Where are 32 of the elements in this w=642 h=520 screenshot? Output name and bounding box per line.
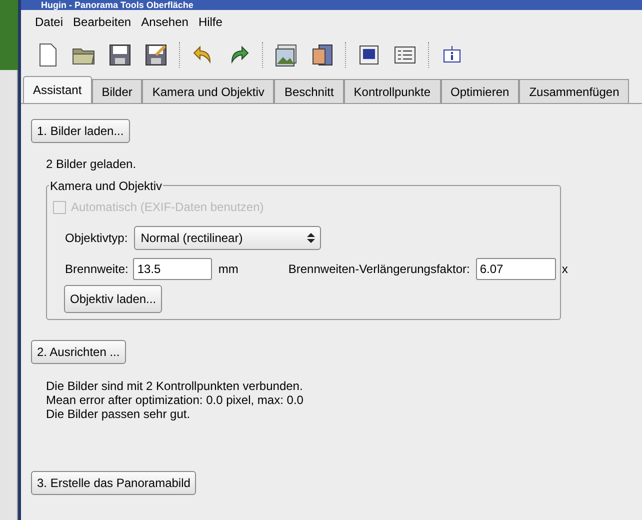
menu-item[interactable]: Ansehen (141, 13, 188, 31)
status-line: Mean error after optimization: 0.0 pixel, max: 0.0 (46, 393, 304, 407)
tab[interactable]: Kontrollpunkte (344, 79, 441, 103)
tab[interactable]: Optimieren (440, 79, 520, 103)
align-button[interactable]: 2. Ausrichten ... (31, 340, 126, 364)
load-images-button[interactable]: 1. Bilder laden... (31, 119, 130, 143)
tab[interactable]: Bilder (92, 79, 142, 103)
crop-factor-field[interactable]: 6.07 (476, 258, 556, 280)
lens-type-label: Objektivtyp: (65, 230, 128, 247)
unit-label: mm (218, 261, 238, 278)
create-panorama-button[interactable]: 3. Erstelle das Panoramabild (31, 471, 196, 495)
menu-item[interactable]: Hilfe (198, 13, 222, 31)
status-line: Die Bilder passen sehr gut. (46, 407, 192, 421)
status-line: Die Bilder sind mit 2 Kontrollpunkten verbunden. (46, 379, 304, 393)
save-icon[interactable] (107, 42, 133, 68)
focal-length-field[interactable]: 13.5 (133, 258, 212, 280)
tab[interactable]: Beschnitt (274, 79, 344, 103)
crop-factor-label: Brennweiten-Verlängerungsfaktor: (288, 261, 470, 278)
menu-item[interactable]: Bearbeiten (73, 13, 132, 31)
window-title: Hugin - Panorama Tools Oberfläche (41, 0, 194, 10)
save-as-icon[interactable] (143, 42, 169, 68)
load-status: 2 Bilder geladen. (46, 156, 136, 173)
tab[interactable]: Kamera und Objektiv (142, 79, 274, 103)
focal-length-label: Brennweite: (65, 261, 128, 278)
unit-label: x (562, 261, 568, 278)
tab[interactable]: Assistant (23, 76, 92, 103)
spinner-arrows-icon (306, 232, 316, 244)
image-icon[interactable] (273, 42, 299, 68)
lens-type-select[interactable]: Normal (rectilinear) (134, 226, 321, 250)
load-lens-button[interactable]: Objektiv laden... (64, 285, 162, 313)
tab[interactable]: Zusammenfügen (519, 79, 630, 103)
menu-item[interactable]: Datei (35, 13, 64, 31)
